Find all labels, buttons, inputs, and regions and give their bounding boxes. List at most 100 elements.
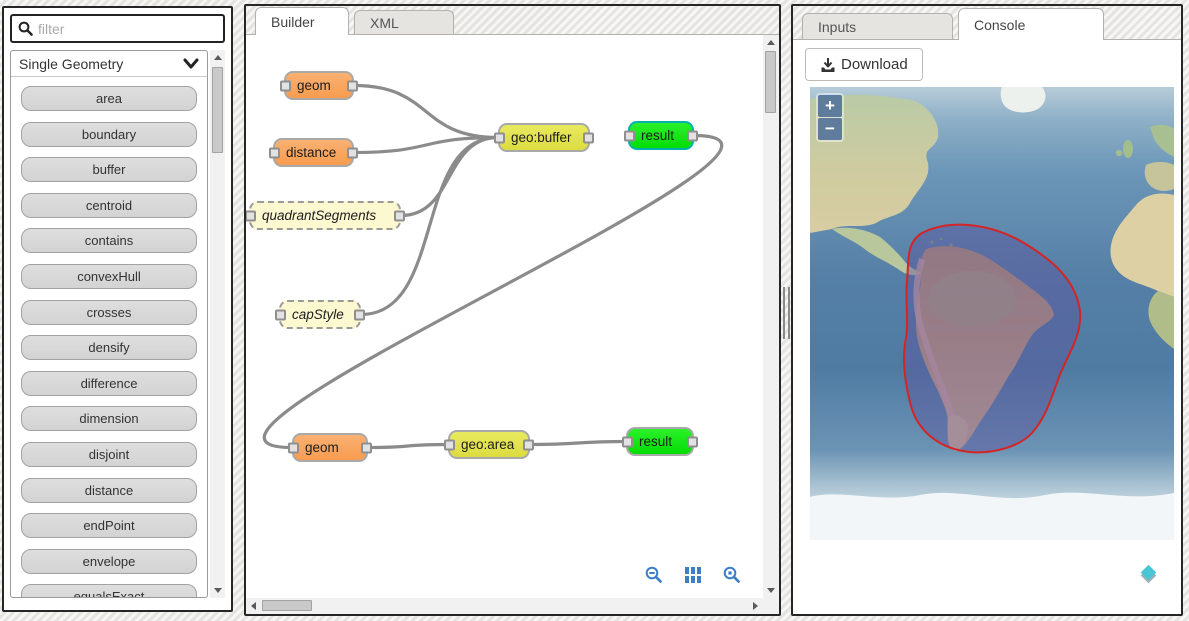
operation-convexHull[interactable]: convexHull [21,264,197,289]
operation-area[interactable]: area [21,86,197,111]
input-port[interactable] [494,132,505,143]
node-label: quadrantSegments [262,208,376,223]
node-label: geom [297,78,331,93]
chevron-down-icon [183,58,199,70]
tab-builder[interactable]: Builder [255,7,349,35]
scroll-up-arrow[interactable] [767,40,775,45]
panel-splitter-handle[interactable] [783,287,790,339]
console-tabstrip: Inputs Console [793,6,1181,40]
input-port[interactable] [288,442,299,453]
scroll-left-arrow[interactable] [251,602,256,610]
category-select[interactable]: Single Geometry [11,51,207,77]
category-select-value: Single Geometry [19,56,183,72]
input-port[interactable] [622,436,633,447]
output-port[interactable] [687,130,698,141]
operation-difference[interactable]: difference [21,371,197,396]
operation-contains[interactable]: contains [21,228,197,253]
output-port[interactable] [361,442,372,453]
node-capStyle[interactable]: capStyle [279,300,361,329]
node-label: capStyle [292,307,344,322]
operation-buffer[interactable]: buffer [21,157,197,182]
operation-densify[interactable]: densify [21,335,197,360]
canvas-horizontal-scrollbar[interactable] [246,598,763,614]
output-port[interactable] [354,309,365,320]
download-label: Download [841,56,908,73]
node-label: geo:buffer [511,130,572,145]
input-port[interactable] [444,439,455,450]
console-panel: Inputs Console Download [791,4,1183,616]
scroll-right-arrow[interactable] [753,602,758,610]
output-port[interactable] [347,80,358,91]
map-britain [1123,140,1133,158]
map-antarctica [810,493,1174,540]
node-geom-1[interactable]: geom [284,71,354,100]
operation-distance[interactable]: distance [21,478,197,503]
map-canvas[interactable]: + − [810,87,1174,540]
input-port[interactable] [280,80,291,91]
node-geo-buffer[interactable]: geo:buffer [498,123,590,152]
builder-panel: Builder XML [244,4,781,616]
node-result-1[interactable]: result [628,121,694,150]
node-label: geo:area [461,437,514,452]
sidebar-scrollbar[interactable] [210,50,225,598]
wire-quadrantSegments-to-geo-buffer [401,138,498,216]
node-result-2[interactable]: result [626,427,694,456]
node-geo-area[interactable]: geo:area [448,430,530,459]
tab-inputs[interactable]: Inputs [802,13,953,39]
node-label: distance [286,145,336,160]
zoom-out-icon[interactable] [645,566,663,584]
input-port[interactable] [269,147,280,158]
download-button[interactable]: Download [805,48,923,81]
map-zoom-out-button[interactable]: − [818,118,842,140]
operation-disjoint[interactable]: disjoint [21,442,197,467]
operation-endPoint[interactable]: endPoint [21,513,197,538]
search-icon [18,21,33,36]
input-port[interactable] [275,309,286,320]
node-quadrantSegments[interactable]: quadrantSegments [249,201,401,230]
map-ireland [1116,150,1122,156]
graph-canvas[interactable]: geom distance quadrantSegments capStyle geo:… [246,35,763,598]
scroll-down-arrow[interactable] [214,588,222,593]
operation-boundary[interactable]: boundary [21,122,197,147]
input-port[interactable] [624,130,635,141]
operation-envelope[interactable]: envelope [21,549,197,574]
node-label: result [639,434,672,449]
wire-geo-area-to-result-2 [530,442,626,445]
node-distance[interactable]: distance [273,138,354,167]
output-port[interactable] [394,210,405,221]
wire-distance-to-geo-buffer [354,138,498,153]
input-port[interactable] [246,210,256,221]
node-label: result [641,128,674,143]
wire-result-1-to-geom-2 [264,136,721,448]
wire-geom-2-to-geo-area [368,445,448,448]
tab-xml[interactable]: XML [354,10,454,34]
scroll-up-arrow[interactable] [214,55,222,60]
scrollbar-corner [763,598,779,614]
output-port[interactable] [687,436,698,447]
operation-crosses[interactable]: crosses [21,300,197,325]
operation-centroid[interactable]: centroid [21,193,197,218]
grid-icon[interactable] [684,566,702,584]
scrollbar-thumb[interactable] [765,51,776,113]
map-zoom-in-button[interactable]: + [818,95,842,117]
operation-equalsExact[interactable]: equalsExact [21,584,197,598]
layers-icon[interactable] [1142,567,1157,582]
filter-input[interactable] [38,21,217,37]
operations-sidebar: Single Geometry area boundary buffer centro… [2,6,233,612]
node-label: geom [305,440,339,455]
scroll-down-arrow[interactable] [767,588,775,593]
tab-console[interactable]: Console [958,8,1104,40]
output-port[interactable] [583,132,594,143]
scrollbar-thumb[interactable] [262,600,312,611]
canvas-vertical-scrollbar[interactable] [763,35,779,598]
wire-geom-1-to-geo-buffer [354,86,498,138]
download-icon [820,57,836,73]
map-zoom-control: + − [816,93,844,142]
output-port[interactable] [523,439,534,450]
operation-dimension[interactable]: dimension [21,406,197,431]
zoom-in-icon[interactable] [723,566,741,584]
output-port[interactable] [347,147,358,158]
builder-tabstrip: Builder XML [246,6,779,35]
scrollbar-thumb[interactable] [212,67,223,153]
node-geom-2[interactable]: geom [292,433,368,462]
